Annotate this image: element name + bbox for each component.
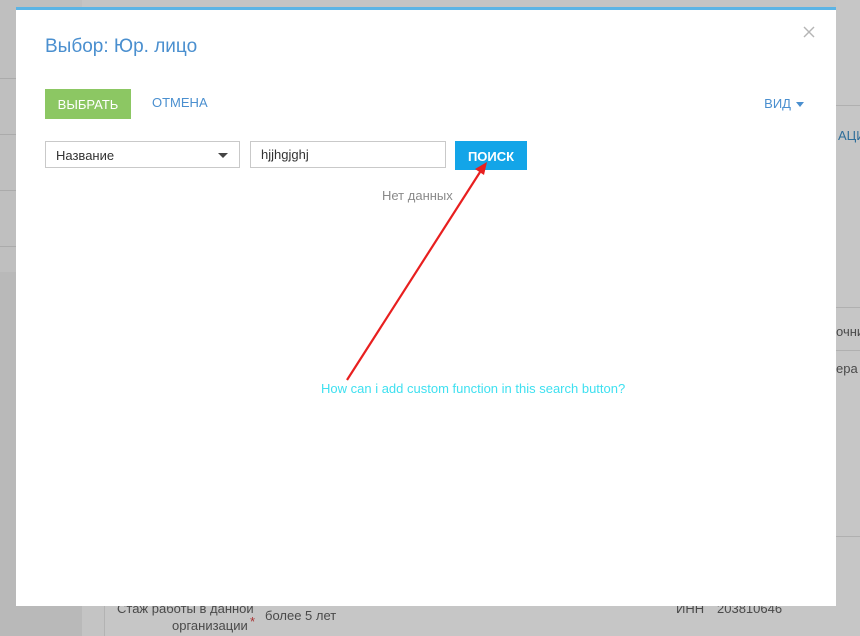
background-field-label: организации xyxy=(172,618,248,633)
dialog-title: Выбор: Юр. лицо xyxy=(45,36,198,57)
annotation-text: How can i add custom function in this se… xyxy=(321,381,626,396)
search-button[interactable]: ПОИСК xyxy=(455,141,527,170)
caret-down-icon xyxy=(796,101,804,107)
background-text: ера xyxy=(836,361,858,376)
search-field-select[interactable]: Название xyxy=(45,141,240,168)
background-right-panel xyxy=(836,0,860,636)
search-field-select-value: Название xyxy=(56,148,115,163)
search-input[interactable] xyxy=(250,141,446,168)
divider xyxy=(836,307,860,308)
view-menu-button[interactable]: ВИД xyxy=(764,96,804,111)
background-text: очни xyxy=(836,324,860,339)
view-menu-label: ВИД xyxy=(764,96,791,111)
close-icon[interactable] xyxy=(802,25,816,39)
select-button[interactable]: ВЫБРАТЬ xyxy=(45,89,131,119)
background-field-value: более 5 лет xyxy=(265,608,337,623)
divider xyxy=(836,105,860,106)
dropdown-arrow-icon xyxy=(218,153,228,158)
required-mark: * xyxy=(250,614,256,629)
lookup-dialog: Выбор: Юр. лицо ВЫБРАТЬ ОТМЕНА ВИД Назва… xyxy=(16,7,836,606)
divider xyxy=(836,350,860,351)
empty-results-text: Нет данных xyxy=(382,188,453,203)
divider xyxy=(836,536,860,537)
background-tab-link[interactable]: АЦИ xyxy=(838,128,860,143)
cancel-button[interactable]: ОТМЕНА xyxy=(152,95,208,110)
